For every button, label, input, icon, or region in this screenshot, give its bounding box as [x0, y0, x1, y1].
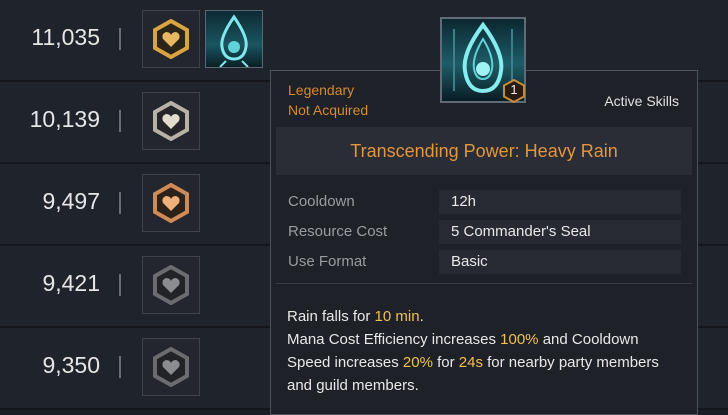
desc-highlight: 10 min	[374, 308, 420, 325]
stat-label: Resource Cost	[288, 223, 388, 240]
skill-title: Transcending Power: Heavy Rain	[276, 127, 692, 175]
stat-value: Basic	[439, 250, 681, 274]
stat-row: Cooldown 12h	[276, 187, 692, 217]
heart-hexagon-icon[interactable]	[142, 92, 200, 150]
stat-row: Resource Cost 5 Commander's Seal	[276, 217, 692, 247]
divider	[119, 28, 121, 50]
score-value: 9,497	[42, 188, 100, 214]
stat-value: 12h	[439, 190, 681, 214]
water-drop-icon[interactable]	[205, 10, 263, 68]
stack-count: 1	[510, 82, 518, 97]
desc-text: for nearby party members	[482, 354, 659, 371]
desc-text: and Cooldown	[538, 331, 639, 348]
heart-hexagon-icon[interactable]	[142, 10, 200, 68]
skill-description: Rain falls for 10 min. Mana Cost Efficie…	[287, 305, 687, 397]
desc-highlight: 20%	[402, 354, 433, 371]
stat-label: Use Format	[288, 253, 367, 270]
divider	[276, 283, 692, 284]
heart-hexagon-icon[interactable]	[142, 256, 200, 314]
score-value: 11,035	[31, 24, 100, 50]
score-value: 9,421	[42, 270, 100, 296]
stat-value: 5 Commander's Seal	[439, 220, 681, 244]
desc-text: .	[419, 308, 424, 325]
stats-table: Cooldown 12h Resource Cost 5 Commander's…	[276, 187, 692, 277]
acquired-status: Not Acquired	[288, 102, 369, 118]
desc-text: for	[432, 354, 459, 371]
score-value: 9,350	[42, 352, 100, 378]
rarity-block: Legendary Not Acquired	[288, 80, 368, 120]
stat-row: Use Format Basic	[276, 247, 692, 277]
skill-tooltip: Legendary Not Acquired Active Skills Tra…	[270, 70, 698, 415]
rarity-label: Legendary	[288, 82, 355, 98]
skill-category: Active Skills	[604, 93, 679, 109]
desc-text: and guild members.	[287, 377, 419, 394]
divider	[119, 356, 121, 378]
heart-hexagon-icon[interactable]	[142, 174, 200, 232]
divider	[119, 192, 121, 214]
heart-hexagon-icon[interactable]	[142, 338, 200, 396]
score-value: 10,139	[29, 106, 100, 132]
desc-text: Rain falls for	[287, 308, 375, 325]
stack-count-badge: 1	[502, 78, 526, 104]
divider	[119, 110, 121, 132]
desc-text: Speed increases	[287, 354, 403, 371]
desc-text: Mana Cost Efficiency increases	[287, 331, 501, 348]
divider	[119, 274, 121, 296]
desc-highlight: 100%	[500, 331, 539, 348]
stat-label: Cooldown	[288, 193, 355, 210]
desc-highlight: 24s	[458, 354, 483, 371]
